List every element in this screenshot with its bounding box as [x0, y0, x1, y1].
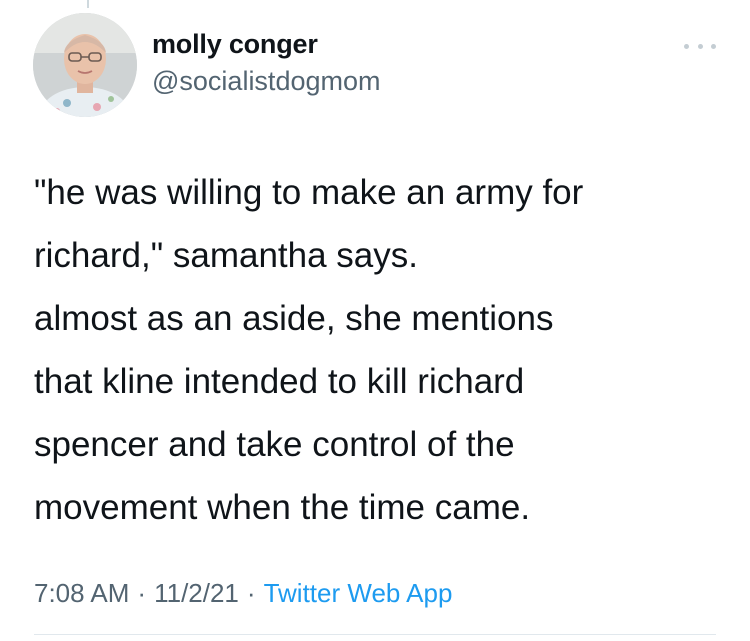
divider [34, 634, 716, 635]
avatar[interactable] [33, 13, 137, 117]
meta-separator: · [137, 578, 147, 608]
meta-separator: · [246, 578, 256, 608]
more-horizontal-icon-dot [697, 43, 703, 49]
more-horizontal-icon-dot [711, 43, 716, 49]
more-horizontal-icon [684, 43, 689, 49]
user-handle[interactable]: @socialistdogmom [152, 66, 381, 97]
tweet-date[interactable]: 11/2/21 [154, 578, 239, 608]
display-name[interactable]: molly conger [152, 29, 318, 60]
more-options-button[interactable] [684, 38, 716, 54]
tweet-metadata: 7:08 AM · 11/2/21 · Twitter Web App [34, 578, 452, 609]
thread-connector-line [87, 0, 89, 8]
tweet-source-link[interactable]: Twitter Web App [264, 578, 453, 608]
tweet-text: "he was willing to make an army for rich… [34, 173, 584, 527]
avatar-image [33, 13, 137, 117]
tweet-time[interactable]: 7:08 AM [34, 578, 129, 608]
tweet: molly conger @socialistdogmom "he was wi… [0, 0, 750, 641]
